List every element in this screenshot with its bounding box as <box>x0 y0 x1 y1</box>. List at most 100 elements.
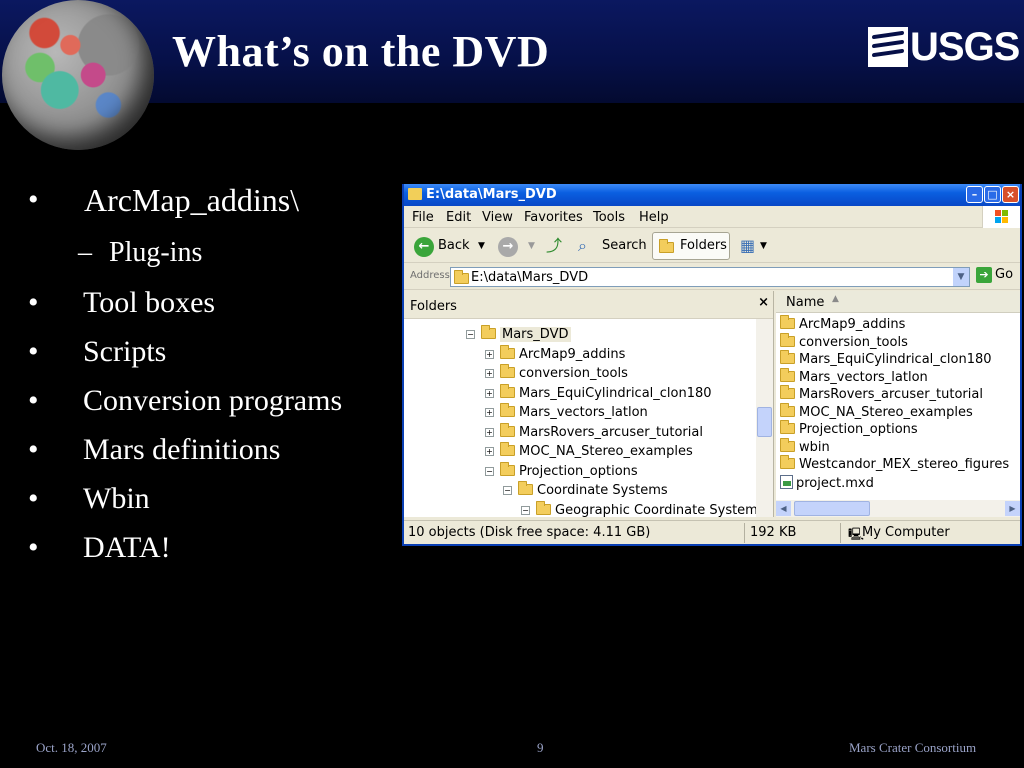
collapse-icon[interactable]: − <box>503 486 512 495</box>
name-column-header[interactable]: Name ▲ <box>776 291 1020 313</box>
folder-icon <box>536 501 551 515</box>
explorer-window: E:\data\Mars_DVD – □ × File Edit View Fa… <box>402 184 1022 546</box>
folder-icon <box>481 325 496 339</box>
folder-icon <box>500 442 515 456</box>
menu-help[interactable]: Help <box>639 210 669 225</box>
window-titlebar[interactable]: E:\data\Mars_DVD – □ × <box>404 184 1020 206</box>
folder-icon <box>780 385 795 399</box>
back-dropdown-icon[interactable]: ▼ <box>478 234 485 258</box>
close-button[interactable]: × <box>1002 186 1019 203</box>
list-item[interactable]: Projection_options <box>780 420 918 439</box>
folder-tree: − Mars_DVD + ArcMap9_addins + conversion_to… <box>404 319 756 517</box>
tree-item[interactable]: + Mars_EquiCylindrical_clon180 <box>485 384 712 405</box>
address-label: Address <box>410 270 450 281</box>
usgs-logo-text: USGS <box>910 25 1020 69</box>
menu-tools[interactable]: Tools <box>593 210 625 225</box>
tree-item[interactable]: − Coordinate Systems <box>503 481 668 502</box>
list-horizontal-scrollbar[interactable]: ◀ ▶ <box>776 500 1020 517</box>
bullet-text: ArcMap_addins\ <box>84 182 300 218</box>
back-arrow-icon[interactable]: ← <box>414 237 434 257</box>
views-dropdown-icon[interactable]: ▼ <box>760 234 767 258</box>
scroll-right-icon[interactable]: ▶ <box>1005 501 1020 516</box>
status-size: 192 KB <box>750 525 797 540</box>
collapse-icon[interactable]: − <box>466 330 475 339</box>
folder-icon <box>780 315 795 329</box>
bullet-text: Conversion programs <box>83 384 343 417</box>
tree-item[interactable]: + MarsRovers_arcuser_tutorial <box>485 423 703 444</box>
folder-icon <box>780 438 795 452</box>
folder-icon <box>408 188 422 200</box>
bullet-text: DATA! <box>83 531 171 564</box>
expand-icon[interactable]: + <box>485 369 494 378</box>
folder-icon <box>780 350 795 364</box>
scrollbar-thumb[interactable] <box>794 501 870 516</box>
close-pane-icon[interactable]: × <box>758 295 769 310</box>
list-item[interactable]: ArcMap9_addins <box>780 315 905 334</box>
minimize-button[interactable]: – <box>966 186 983 203</box>
back-button[interactable]: Back <box>438 234 470 258</box>
toolbar: ← Back ▼ → ▼ ⤴ ⌕ Search Folders ▦ ▼ <box>404 229 1020 263</box>
list-item[interactable]: Westcandor_MEX_stereo_figures <box>780 455 1009 474</box>
folder-icon <box>500 364 515 378</box>
views-icon[interactable]: ▦ <box>740 234 755 258</box>
sort-ascending-icon: ▲ <box>832 294 839 304</box>
up-folder-icon[interactable]: ⤴ <box>546 234 562 258</box>
folder-icon <box>780 455 795 469</box>
tree-item[interactable]: − Geographic Coordinate Systems <box>521 501 756 517</box>
bullet-text: Mars definitions <box>83 433 281 466</box>
address-dropdown-icon[interactable]: ▼ <box>953 268 969 286</box>
menu-bar: File Edit View Favorites Tools Help <box>404 206 1020 228</box>
usgs-wave-icon <box>868 27 908 67</box>
footer-date: Oct. 18, 2007 <box>36 740 107 755</box>
menu-favorites[interactable]: Favorites <box>524 210 583 225</box>
search-icon[interactable]: ⌕ <box>578 234 587 258</box>
sub-bullet-text: Plug-ins <box>109 237 203 268</box>
footer-organization: Mars Crater Consortium <box>849 740 977 755</box>
folders-toggle-button[interactable]: Folders <box>652 232 730 260</box>
menu-view[interactable]: View <box>482 210 513 225</box>
folder-icon <box>780 403 795 417</box>
list-item[interactable]: MOC_NA_Stereo_examples <box>780 403 973 422</box>
folder-icon <box>500 345 515 359</box>
arcmap-document-icon <box>780 475 793 489</box>
menu-edit[interactable]: Edit <box>446 210 471 225</box>
collapse-icon[interactable]: − <box>521 506 530 515</box>
scrollbar-thumb[interactable] <box>757 407 772 437</box>
status-objects: 10 objects (Disk free space: 4.11 GB) <box>408 525 651 540</box>
folder-icon <box>500 403 515 417</box>
folders-pane-header: Folders × <box>404 291 773 319</box>
list-item[interactable]: conversion_tools <box>780 333 908 352</box>
folder-icon <box>500 423 515 437</box>
address-input[interactable]: E:\data\Mars_DVD ▼ <box>450 267 970 287</box>
tree-item[interactable]: + MOC_NA_Stereo_examples <box>485 442 693 463</box>
collapse-icon[interactable]: − <box>485 467 494 476</box>
sub-bullet-item: – Plug-ins <box>78 237 203 268</box>
scroll-left-icon[interactable]: ◀ <box>776 501 791 516</box>
go-button[interactable]: ➔ Go <box>976 267 1013 283</box>
expand-icon[interactable]: + <box>485 428 494 437</box>
tree-item[interactable]: − Mars_DVD <box>466 325 571 346</box>
folder-icon <box>500 384 515 398</box>
expand-icon[interactable]: + <box>485 447 494 456</box>
expand-icon[interactable]: + <box>485 350 494 359</box>
folder-icon <box>780 368 795 382</box>
list-item[interactable]: MarsRovers_arcuser_tutorial <box>780 385 983 404</box>
window-title: E:\data\Mars_DVD <box>426 187 557 202</box>
address-value: E:\data\Mars_DVD <box>471 270 589 285</box>
expand-icon[interactable]: + <box>485 389 494 398</box>
forward-arrow-icon[interactable]: → <box>498 237 518 257</box>
expand-icon[interactable]: + <box>485 408 494 417</box>
tree-item[interactable]: + conversion_tools <box>485 364 628 385</box>
list-item[interactable]: Mars_EquiCylindrical_clon180 <box>780 350 992 369</box>
tree-item[interactable]: − Projection_options <box>485 462 638 483</box>
menu-file[interactable]: File <box>412 210 434 225</box>
search-button[interactable]: Search <box>602 234 647 258</box>
tree-item[interactable]: + Mars_vectors_latlon <box>485 403 648 424</box>
forward-dropdown-icon[interactable]: ▼ <box>528 234 535 258</box>
maximize-button[interactable]: □ <box>984 186 1001 203</box>
folders-scrollbar[interactable] <box>756 319 773 517</box>
list-item[interactable]: Mars_vectors_latlon <box>780 368 928 387</box>
folders-button-label: Folders <box>680 238 727 253</box>
list-item[interactable]: project.mxd <box>780 475 874 492</box>
folder-icon <box>454 270 469 284</box>
